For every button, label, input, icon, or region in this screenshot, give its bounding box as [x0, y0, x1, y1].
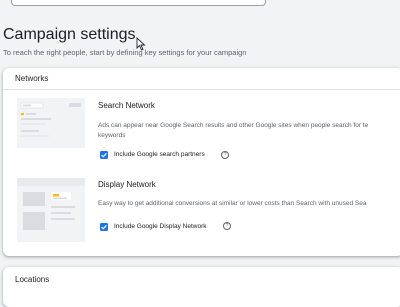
- networks-title: Networks: [15, 74, 49, 83]
- display-network-title: Display Network: [98, 180, 156, 189]
- search-partners-checkbox[interactable]: [100, 151, 108, 159]
- search-network-title: Search Network: [98, 101, 155, 110]
- checkmark-icon: [101, 152, 107, 158]
- question-circle-icon[interactable]: ?: [223, 222, 231, 230]
- display-network-checkbox[interactable]: [100, 223, 108, 231]
- display-network-description: Easy way to get additional conversions a…: [98, 200, 367, 207]
- checkmark-icon: [101, 224, 107, 230]
- search-network-description: Ads can appear near Google Search result…: [98, 122, 369, 129]
- locations-card[interactable]: Locations: [3, 267, 400, 307]
- question-circle-icon[interactable]: ?: [221, 151, 229, 159]
- mouse-cursor-icon: [136, 37, 146, 51]
- page-title: Campaign settings: [3, 26, 136, 43]
- networks-card-header: Networks: [3, 68, 400, 90]
- search-network-description-cont: keywords: [98, 132, 126, 139]
- locations-title: Locations: [15, 275, 50, 284]
- networks-card: Networks Search Network Ads can appear n…: [3, 68, 400, 256]
- page-subtitle: To reach the right people, start by defi…: [3, 48, 247, 57]
- search-partners-label[interactable]: Include Google search partners: [114, 151, 205, 158]
- search-network-illustration: [17, 98, 85, 148]
- display-network-label[interactable]: Include Google Display Network: [114, 223, 207, 230]
- top-text-input[interactable]: [11, 0, 266, 6]
- display-network-illustration: [17, 178, 85, 242]
